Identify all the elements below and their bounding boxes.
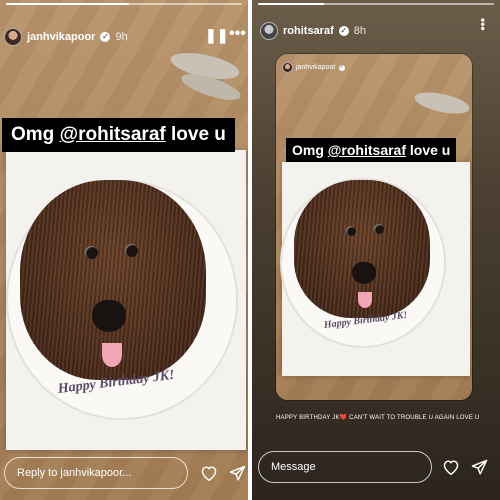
- story-progress: [6, 3, 242, 5]
- username[interactable]: rohitsaraf: [283, 25, 334, 37]
- avatar[interactable]: [282, 62, 293, 73]
- cake-eye-left: [85, 246, 98, 259]
- reply-input[interactable]: Reply to janhvikapoor...: [4, 457, 188, 489]
- heart-icon[interactable]: [198, 462, 220, 484]
- username[interactable]: janhvikapoor: [27, 31, 95, 43]
- verified-badge-icon: ✓: [338, 64, 345, 71]
- send-icon[interactable]: [226, 462, 248, 484]
- caption-text-rest: love u: [406, 142, 451, 158]
- story-text: HAPPY BIRTHDAY JK❤️ CAN'T WAIT TO TROUBL…: [276, 415, 480, 421]
- caption-text-rest: love u: [165, 124, 226, 145]
- story-caption: Omg @rohitsaraf love u: [286, 138, 457, 162]
- message-placeholder: Message: [271, 461, 316, 473]
- reply-placeholder: Reply to janhvikapoor...: [17, 467, 132, 479]
- message-input[interactable]: Message: [258, 451, 432, 483]
- more-icon[interactable]: •••: [229, 25, 246, 43]
- embedded-username[interactable]: janhvikapoor: [296, 64, 336, 71]
- verified-badge-icon: ✓: [100, 32, 111, 42]
- timestamp: 8h: [353, 25, 366, 37]
- cake-tongue: [102, 343, 122, 367]
- verified-badge-icon: ✓: [338, 26, 349, 36]
- reposted-story-frame[interactable]: Happy Birthday JK! Omg @rohitsaraf love …: [276, 54, 472, 400]
- story-header: janhvikapoor ✓ 9h: [4, 28, 128, 46]
- heart-icon[interactable]: [440, 456, 462, 478]
- caption-text: Omg: [292, 142, 328, 158]
- cake-eye-right: [374, 224, 384, 234]
- avatar[interactable]: [260, 22, 278, 40]
- pause-icon[interactable]: ❚❚: [205, 27, 228, 44]
- avatar[interactable]: [4, 28, 22, 46]
- cake-nose: [352, 262, 376, 284]
- embedded-story-header: janhvikapoor ✓: [282, 62, 345, 73]
- cake-tongue: [358, 292, 372, 308]
- left-story: Happy Birthday JK! Omg @rohitsaraf love …: [0, 0, 248, 500]
- send-icon[interactable]: [468, 456, 490, 478]
- story-screenshot-collage: Happy Birthday JK! Omg @rohitsaraf love …: [0, 0, 500, 500]
- cake-eye-right: [125, 244, 138, 257]
- cake-eye-left: [346, 226, 356, 236]
- timestamp: 9h: [115, 31, 128, 43]
- story-caption: Omg @rohitsaraf love u: [2, 118, 235, 152]
- right-story: Happy Birthday JK! Omg @rohitsaraf love …: [252, 0, 500, 500]
- caption-text: Omg: [11, 124, 60, 145]
- mention-link[interactable]: @rohitsaraf: [328, 142, 406, 158]
- cake-nose: [92, 300, 126, 332]
- mention-link[interactable]: @rohitsaraf: [60, 124, 166, 145]
- story-progress: [258, 3, 494, 5]
- more-icon[interactable]: •••: [476, 18, 490, 31]
- story-header: rohitsaraf ✓ 8h: [260, 22, 366, 40]
